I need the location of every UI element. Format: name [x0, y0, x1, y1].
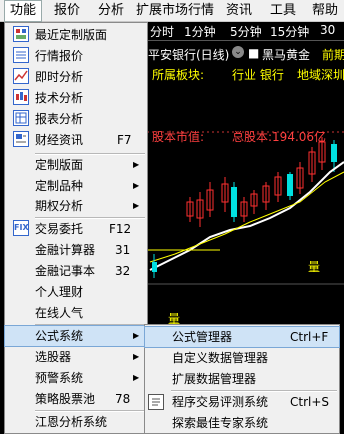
menu-item-report-analysis[interactable]: 报表分析: [5, 109, 147, 129]
menu-quote[interactable]: 报价: [52, 0, 82, 22]
submenu-arrow-icon: ▶: [133, 331, 140, 340]
submenu-arrow-icon: ▶: [133, 373, 140, 382]
region-label: 地域深圳: [297, 68, 344, 82]
menu-item-formula-system[interactable]: 公式系统 ▶: [4, 325, 148, 347]
submenu-arrow-icon: ▶: [133, 181, 140, 190]
submenu-item-program-trading-test[interactable]: 程序交易评测系统 Ctrl+S: [145, 392, 339, 412]
menu-item-trade-order[interactable]: 交易委托 F12: [5, 219, 147, 239]
market-cap-label: 股本市值:: [152, 130, 205, 144]
sector-label: 所属板块:: [152, 68, 205, 82]
menu-item-custom-varieties[interactable]: 定制品种 ▶: [5, 176, 147, 196]
period-toolbar: 分时 1分钟 5分钟 15分钟 30: [147, 22, 344, 41]
period-1min[interactable]: 1分钟: [184, 23, 216, 40]
menu-item-realtime-analysis[interactable]: 即时分析: [5, 67, 147, 87]
menu-item-finance-news[interactable]: 财经资讯 F7: [5, 130, 147, 150]
menu-item-options-analysis[interactable]: 期权分析 ▶: [5, 196, 147, 216]
submenu-item-extended-data-manager[interactable]: 扩展数据管理器: [145, 369, 339, 389]
submenu-arrow-icon: ▶: [133, 160, 140, 169]
menu-news[interactable]: 资讯: [224, 0, 254, 22]
chevron-down-icon[interactable]: ⌄: [232, 46, 244, 58]
submenu-arrow-icon: ▶: [133, 352, 140, 361]
menu-bar: 功能 报价 分析 扩展市场行情 资讯 工具 帮助: [0, 0, 344, 22]
menu-item-personal-finance[interactable]: 个人理财: [5, 282, 147, 302]
submenu-arrow-icon: ▶: [133, 201, 140, 210]
submenu-item-formula-manager[interactable]: 公式管理器 Ctrl+F: [144, 326, 340, 348]
menu-item-technical-analysis[interactable]: 技术分析: [5, 88, 147, 108]
period-15min[interactable]: 15分钟: [270, 23, 309, 40]
menu-item-recent-layout[interactable]: 最近定制版面: [5, 25, 147, 45]
prev-period-label: 前期: [322, 48, 344, 62]
menu-item-custom-layout[interactable]: 定制版面 ▶: [5, 155, 147, 175]
menu-analysis[interactable]: 分析: [96, 0, 126, 22]
menu-item-financial-notebook[interactable]: 金融记事本 32: [5, 261, 147, 281]
menu-item-stock-screener[interactable]: 选股器 ▶: [5, 347, 147, 367]
menu-item-online-popularity[interactable]: 在线人气: [5, 303, 147, 323]
menu-item-alert-system[interactable]: 预警系统 ▶: [5, 368, 147, 388]
chart-title: 平安银行(日线): [148, 48, 230, 62]
indicator-name: 黑马黄金: [262, 48, 311, 62]
menu-tools[interactable]: 工具: [268, 0, 298, 22]
formula-system-submenu: ƒx 公式管理器Ctrl+F 自定义数据管理器 扩展数据管理器 程序交易评测系统…: [144, 324, 340, 434]
submenu-item-custom-data-manager[interactable]: 自定义数据管理器: [145, 348, 339, 368]
indicator-bullet-icon: ■: [248, 46, 260, 60]
total-shares-label: 总股本:194.06亿: [232, 130, 327, 144]
function-menu: FIX 最近定制版面 行情报价 即时分析 技术分析 报表分析 财经资讯 F7 定制…: [4, 22, 148, 434]
period-30min[interactable]: 30: [320, 23, 335, 37]
period-intraday[interactable]: 分时: [150, 23, 174, 40]
submenu-item-expert-system-explorer[interactable]: 探索最佳专家系统: [145, 413, 339, 433]
menu-item-financial-calculator[interactable]: 金融计算器 31: [5, 240, 147, 260]
volume-marker: 量: [308, 260, 321, 274]
industry-label: 行业 银行: [232, 68, 284, 82]
period-5min[interactable]: 5分钟: [230, 23, 262, 40]
menu-item-strategy-pool[interactable]: 策略股票池 78: [5, 389, 147, 409]
menu-item-quote[interactable]: 行情报价: [5, 46, 147, 66]
menu-item-gann-analysis[interactable]: 江恩分析系统: [5, 412, 147, 432]
menu-function[interactable]: 功能: [4, 0, 42, 22]
menu-help[interactable]: 帮助: [310, 0, 340, 22]
menu-extended-market[interactable]: 扩展市场行情: [136, 0, 214, 22]
